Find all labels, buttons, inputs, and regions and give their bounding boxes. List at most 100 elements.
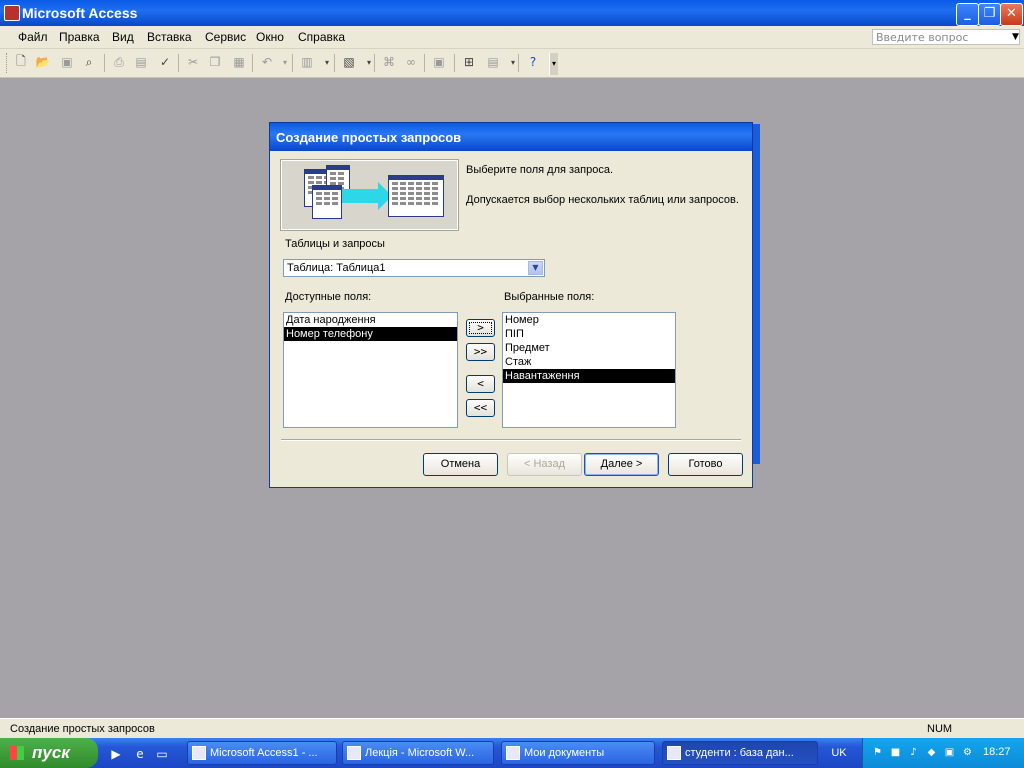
add-one-field-button[interactable]: > xyxy=(466,319,495,337)
menu-help[interactable]: Справка xyxy=(298,30,345,44)
available-fields-list[interactable]: Дата народження Номер телефону xyxy=(283,312,458,428)
close-button[interactable]: ✕ xyxy=(1000,3,1023,26)
cut-icon[interactable]: ✂ xyxy=(184,53,202,71)
spell-icon[interactable]: ✓ xyxy=(156,53,174,71)
new-object-icon[interactable]: ▤ xyxy=(484,53,502,71)
remove-all-fields-button[interactable]: << xyxy=(466,399,495,417)
taskbar-item-label: Мои документы xyxy=(524,747,605,759)
cancel-button[interactable]: Отмена xyxy=(423,453,498,476)
clock[interactable]: 18:27 xyxy=(983,746,1011,758)
selected-fields-label: Выбранные поля: xyxy=(504,291,595,303)
status-text: Создание простых запросов xyxy=(10,723,155,735)
taskbar-item-database[interactable]: студенти : база дан... xyxy=(662,741,818,765)
selected-fields-list[interactable]: Номер ПІП Предмет Стаж Навантаження xyxy=(502,312,676,428)
minimize-button[interactable]: _ xyxy=(956,3,979,26)
taskbar-item-documents[interactable]: Мои документы xyxy=(501,741,655,765)
menu-view[interactable]: Вид xyxy=(112,30,134,44)
remove-one-field-button[interactable]: < xyxy=(466,375,495,393)
tables-label: Таблицы и запросы xyxy=(285,238,385,250)
search-icon[interactable]: ⌕ xyxy=(80,53,98,71)
menu-edit[interactable]: Правка xyxy=(59,30,100,44)
analyze-dropdown-icon[interactable]: ▾ xyxy=(360,53,378,71)
properties-icon[interactable]: ▣ xyxy=(430,53,448,71)
start-label: пуск xyxy=(32,743,70,762)
taskbar-item-label: Лекція - Microsoft W... xyxy=(365,747,475,759)
ask-dropdown-icon[interactable]: ▼ xyxy=(1012,32,1019,42)
num-lock-indicator: NUM xyxy=(927,723,953,735)
selected-field-item[interactable]: Номер xyxy=(503,313,675,327)
menu-tools[interactable]: Сервис xyxy=(205,30,246,44)
new-icon[interactable]: 🗋 xyxy=(12,53,30,71)
menu-file[interactable]: Файл xyxy=(18,30,48,44)
preview-icon[interactable]: ▤ xyxy=(132,53,150,71)
antivirus-icon[interactable]: ◆ xyxy=(925,746,938,759)
paste-icon[interactable]: ▦ xyxy=(230,53,248,71)
language-indicator[interactable]: UK xyxy=(824,741,854,765)
toolbar-options-icon[interactable]: ▾ xyxy=(549,53,558,75)
print-icon[interactable]: ⎙ xyxy=(110,53,128,71)
relationships-icon[interactable]: ⊞ xyxy=(460,53,478,71)
volume-icon[interactable]: ♪ xyxy=(907,746,920,759)
access-window-icon xyxy=(192,746,206,760)
script-icon[interactable]: ∞ xyxy=(402,53,420,71)
undo-icon[interactable]: ↶ xyxy=(258,53,276,71)
finish-button[interactable]: Готово xyxy=(668,453,743,476)
available-field-item[interactable]: Дата народження xyxy=(284,313,457,327)
menu-insert[interactable]: Вставка xyxy=(147,30,192,44)
selected-field-item[interactable]: Стаж xyxy=(503,355,675,369)
menu-window[interactable]: Окно xyxy=(256,30,284,44)
display-icon[interactable]: ▣ xyxy=(943,746,956,759)
source-table-graphic xyxy=(312,185,342,219)
open-icon[interactable]: 📂 xyxy=(34,53,52,71)
show-desktop-icon[interactable]: ▭ xyxy=(154,746,170,762)
add-all-fields-button[interactable]: >> xyxy=(466,343,495,361)
security-icon[interactable]: ■ xyxy=(889,746,902,759)
database-window-icon xyxy=(667,746,681,760)
folder-icon xyxy=(506,746,520,760)
instruction-text: Выберите поля для запроса. xyxy=(466,164,614,176)
tables-queries-select[interactable]: Таблица: Таблица1 ▼ xyxy=(283,259,545,277)
toolbar-separator xyxy=(252,54,253,72)
internet-explorer-icon[interactable]: e xyxy=(132,746,148,762)
new-object-dropdown-icon[interactable]: ▾ xyxy=(504,53,522,71)
next-button[interactable]: Далее > xyxy=(584,453,659,476)
toolbar-separator xyxy=(454,54,455,72)
toolbar-separator xyxy=(518,54,519,72)
dialog-titlebar[interactable]: Создание простых запросов xyxy=(270,123,752,151)
chevron-down-icon[interactable]: ▼ xyxy=(528,261,543,275)
save-icon[interactable]: ▣ xyxy=(58,53,76,71)
code-icon[interactable]: ⌘ xyxy=(380,53,398,71)
status-bar: Создание простых запросов NUM xyxy=(0,718,1024,739)
window-titlebar[interactable]: Microsoft Access _ ❐ ✕ xyxy=(0,0,1024,26)
system-tray: ⚑ ■ ♪ ◆ ▣ ⚙ 18:27 xyxy=(862,738,1024,768)
taskbar-item-access[interactable]: Microsoft Access1 - ... xyxy=(187,741,337,765)
dialog-title: Создание простых запросов xyxy=(276,130,462,145)
selected-field-item[interactable]: ПІП xyxy=(503,327,675,341)
dialog-divider xyxy=(281,439,741,441)
start-button[interactable]: пуск xyxy=(0,738,98,768)
help-icon[interactable]: ? xyxy=(524,53,542,71)
available-field-item-selected[interactable]: Номер телефону xyxy=(284,327,457,341)
back-button[interactable]: < Назад xyxy=(507,453,582,476)
toolbar-separator xyxy=(374,54,375,72)
window-title: Microsoft Access xyxy=(22,5,138,21)
taskbar-item-label: студенти : база дан... xyxy=(685,747,794,759)
ask-question-input[interactable]: Введите вопрос xyxy=(872,29,1020,45)
taskbar-item-word[interactable]: Лекція - Microsoft W... xyxy=(342,741,494,765)
restore-button[interactable]: ❐ xyxy=(978,3,1001,26)
access-app-icon[interactable] xyxy=(4,5,20,21)
network-icon[interactable]: ⚑ xyxy=(871,746,884,759)
toolbar-separator xyxy=(104,54,105,72)
copy-icon[interactable]: ❐ xyxy=(206,53,224,71)
selected-field-item[interactable]: Предмет xyxy=(503,341,675,355)
result-query-graphic xyxy=(388,175,444,217)
usb-icon[interactable]: ⚙ xyxy=(961,746,974,759)
toolbar-grip[interactable] xyxy=(6,53,10,73)
analyze-icon[interactable]: ▧ xyxy=(340,53,358,71)
arrow-graphic xyxy=(342,189,378,203)
media-player-icon[interactable]: ▶ xyxy=(108,746,124,762)
wizard-illustration xyxy=(280,159,459,231)
selected-field-item-highlighted[interactable]: Навантаження xyxy=(503,369,675,383)
office-links-icon[interactable]: ▥ xyxy=(298,53,316,71)
toolbar-separator xyxy=(292,54,293,72)
